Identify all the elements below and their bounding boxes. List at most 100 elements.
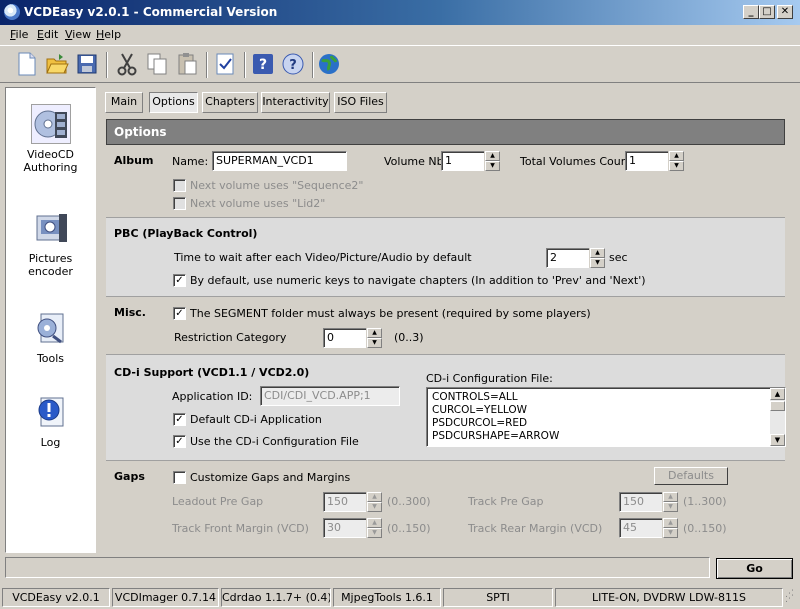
misc-title: Misc.: [114, 306, 146, 319]
track-pre-spinner[interactable]: ▲ ▼: [662, 492, 678, 512]
progress-area: [5, 557, 710, 578]
customize-gaps-checkbox[interactable]: [173, 471, 186, 484]
wait-label: Time to wait after each Video/Picture/Au…: [174, 251, 472, 264]
front-margin-label: Track Front Margin (VCD): [172, 522, 309, 535]
sidebar-item-pictures-encoder[interactable]: Pictures encoder: [6, 208, 95, 278]
numeric-keys-label: By default, use numeric keys to navigate…: [190, 274, 646, 287]
sidebar-item-videocd-authoring[interactable]: VideoCD Authoring: [6, 104, 95, 174]
cdi-title: CD-i Support (VCD1.1 / VCD2.0): [114, 366, 310, 379]
sidebar-label: Pictures: [28, 252, 73, 265]
name-label: Name:: [172, 155, 209, 168]
scroll-up-icon[interactable]: ▲: [770, 388, 785, 400]
save-icon[interactable]: [74, 51, 100, 77]
total-volumes-input[interactable]: 1: [625, 151, 669, 171]
total-volumes-label: Total Volumes Count:: [520, 155, 636, 168]
sidebar-label: Tools: [36, 352, 65, 365]
rear-margin-spinner[interactable]: ▲ ▼: [662, 518, 678, 538]
customize-gaps-label: Customize Gaps and Margins: [190, 471, 351, 484]
wait-spinner[interactable]: ▲ ▼: [589, 248, 605, 268]
paste-icon[interactable]: [174, 51, 200, 77]
sidebar-label: VideoCD: [27, 148, 74, 161]
web-icon[interactable]: [316, 51, 342, 77]
copy-icon[interactable]: [144, 51, 170, 77]
scroll-down-icon[interactable]: ▼: [770, 434, 785, 446]
tools-icon: [31, 308, 71, 348]
cfg-line: PSDCURCOL=RED: [432, 417, 528, 429]
tab-main[interactable]: Main: [105, 92, 143, 113]
open-icon[interactable]: [44, 51, 70, 77]
tab-iso-files[interactable]: ISO Files: [334, 92, 387, 113]
total-volumes-spinner[interactable]: ▲ ▼: [668, 151, 684, 171]
front-margin-spinner[interactable]: ▲ ▼: [366, 518, 382, 538]
misc-section: [106, 297, 785, 355]
svg-text:?: ?: [259, 57, 267, 73]
scroll-thumb[interactable]: [770, 401, 785, 411]
numeric-keys-checkbox[interactable]: ✓: [173, 274, 186, 287]
cfg-line: CONTROLS=ALL: [432, 391, 518, 403]
menu-edit[interactable]: Edit: [37, 28, 58, 41]
segment-folder-checkbox[interactable]: ✓: [173, 307, 186, 320]
status-cdrdao: Cdrdao 1.1.7+ (0.4): [221, 588, 331, 607]
volume-nb-spinner[interactable]: ▲ ▼: [484, 151, 500, 171]
about-icon[interactable]: ?: [280, 51, 306, 77]
use-cfg-checkbox[interactable]: ✓: [173, 435, 186, 448]
sidebar-label: Log: [40, 436, 61, 449]
pbc-title: PBC (PlayBack Control): [114, 227, 258, 240]
sidebar-label: encoder: [28, 265, 73, 278]
close-button[interactable]: ✕: [777, 5, 793, 19]
menu-view[interactable]: View: [65, 28, 91, 41]
toolbar: ? ?: [0, 45, 800, 83]
use-cfg-label: Use the CD-i Configuration File: [190, 435, 359, 448]
wait-unit: sec: [609, 251, 628, 264]
resize-grip-icon[interactable]: ⋰ ⋰: [785, 590, 797, 606]
status-spti: SPTI: [443, 588, 553, 607]
log-icon: [31, 392, 71, 432]
sidebar-item-log[interactable]: Log: [6, 392, 95, 449]
tab-options[interactable]: Options: [149, 92, 198, 113]
default-cdi-checkbox[interactable]: ✓: [173, 413, 186, 426]
appid-input[interactable]: CDI/CDI_VCD.APP;1: [260, 386, 400, 406]
maximize-button[interactable]: □: [759, 5, 775, 19]
rear-margin-input[interactable]: 45: [619, 518, 663, 538]
svg-text:?: ?: [289, 58, 297, 73]
minimize-button[interactable]: _: [743, 5, 759, 19]
volume-nb-input[interactable]: 1: [441, 151, 485, 171]
title-bar[interactable]: VCDEasy v2.0.1 - Commercial Version _ □ …: [0, 0, 800, 25]
check-icon[interactable]: [212, 51, 238, 77]
leadout-range: (0..300): [387, 495, 431, 508]
next-sequence2-checkbox[interactable]: [173, 179, 186, 192]
status-bar: VCDEasy v2.0.1 VCDImager 0.7.14 Cdrdao 1…: [0, 586, 800, 609]
leadout-input[interactable]: 150: [323, 492, 367, 512]
tab-chapters[interactable]: Chapters: [202, 92, 258, 113]
cfg-scrollbar[interactable]: ▲ ▼: [770, 388, 785, 446]
next-sequence2-label: Next volume uses "Sequence2": [190, 179, 364, 192]
menu-file[interactable]: File: [10, 28, 28, 41]
album-title: Album: [114, 154, 154, 167]
menu-bar: File Edit View Help: [0, 25, 800, 45]
cfg-line: CURCOL=YELLOW: [432, 404, 528, 416]
go-button[interactable]: Go: [716, 558, 793, 579]
leadout-spinner[interactable]: ▲ ▼: [366, 492, 382, 512]
videocd-icon: [30, 104, 71, 144]
defaults-button[interactable]: Defaults: [654, 467, 728, 485]
gaps-title: Gaps: [114, 470, 145, 483]
restriction-spinner[interactable]: ▲ ▼: [366, 328, 382, 348]
sidebar-item-tools[interactable]: Tools: [6, 308, 95, 365]
track-pre-input[interactable]: 150: [619, 492, 663, 512]
menu-help[interactable]: Help: [96, 28, 121, 41]
volume-nb-label: Volume Nb:: [384, 155, 448, 168]
default-cdi-label: Default CD-i Application: [190, 413, 322, 426]
help-icon[interactable]: ?: [250, 51, 276, 77]
restriction-input[interactable]: 0: [323, 328, 367, 348]
segment-folder-label: The SEGMENT folder must always be presen…: [190, 307, 591, 320]
front-margin-input[interactable]: 30: [323, 518, 367, 538]
tab-interactivity[interactable]: Interactivity: [261, 92, 330, 113]
cut-icon[interactable]: [114, 51, 140, 77]
next-lid2-checkbox[interactable]: [173, 197, 186, 210]
sidebar-label: Authoring: [23, 161, 78, 174]
restriction-label: Restriction Category: [174, 331, 287, 344]
album-name-input[interactable]: SUPERMAN_VCD1: [212, 151, 347, 171]
wait-input[interactable]: 2: [546, 248, 590, 268]
cdi-config-textarea[interactable]: CONTROLS=ALL CURCOL=YELLOW PSDCURCOL=RED…: [426, 387, 786, 447]
new-icon[interactable]: [14, 51, 40, 77]
